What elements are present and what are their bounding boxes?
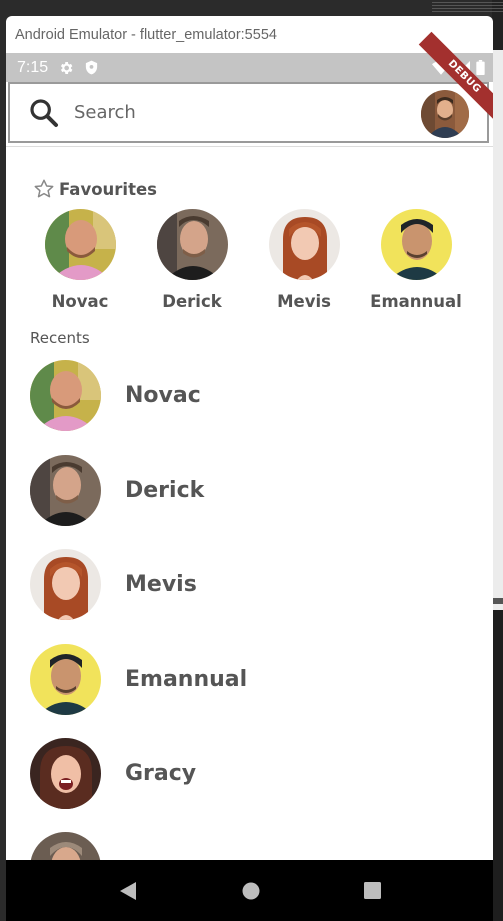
window-titlebar[interactable]: Android Emulator - flutter_emulator:5554 [6, 16, 493, 53]
home-circle-icon[interactable] [242, 882, 260, 900]
battery-icon [476, 60, 485, 75]
status-time: 7:15 [17, 58, 49, 76]
favourite-name: Emannual [370, 292, 462, 311]
avatar [30, 455, 101, 526]
desktop-background [492, 0, 503, 921]
window-title: Android Emulator - flutter_emulator:5554 [15, 26, 277, 43]
recent-item[interactable]: Emannual [30, 644, 470, 715]
recent-name: Gracy [125, 761, 197, 786]
recent-item[interactable]: Derick [30, 455, 470, 526]
favourite-item[interactable]: Mevis [254, 209, 354, 311]
recent-name: Mevis [125, 572, 197, 597]
recent-name: Emannual [125, 667, 248, 692]
avatar [30, 644, 101, 715]
avatar [30, 360, 101, 431]
favourite-name: Mevis [277, 292, 331, 311]
back-triangle-icon[interactable] [118, 881, 138, 901]
recent-item[interactable]: Mevis [30, 549, 470, 620]
divider [6, 146, 493, 147]
emulator-window: Android Emulator - flutter_emulator:5554… [6, 16, 493, 921]
recent-item[interactable]: Novac [30, 360, 470, 431]
android-nav-bar [6, 860, 493, 921]
recents-title: Recents [30, 329, 90, 347]
search-bar[interactable] [8, 82, 489, 143]
avatar [30, 738, 101, 809]
recents-square-icon[interactable] [364, 882, 381, 899]
favourite-item[interactable]: Derick [142, 209, 242, 311]
favourite-name: Novac [51, 292, 109, 311]
search-input[interactable] [72, 101, 406, 124]
recent-item[interactable]: Gracy [30, 738, 470, 809]
recent-name: Novac [125, 383, 201, 408]
favourite-name: Derick [162, 292, 222, 311]
gear-icon [58, 60, 74, 76]
profile-avatar[interactable] [421, 90, 469, 138]
favourites-title: Favourites [59, 179, 157, 199]
recent-name: Derick [125, 478, 205, 503]
star-outline-icon [33, 178, 55, 200]
desktop-background-detail [432, 0, 503, 16]
avatar [268, 209, 340, 280]
avatar [156, 209, 228, 280]
favourite-item[interactable]: Emannual [366, 209, 466, 311]
avatar [44, 209, 116, 280]
favourites-header: Favourites [33, 178, 157, 200]
status-bar: 7:15 [6, 53, 493, 82]
favourite-item[interactable]: Novac [30, 209, 130, 311]
search-icon[interactable] [28, 97, 60, 129]
avatar [30, 549, 101, 620]
avatar [380, 209, 452, 280]
main-content: Favourites Novac Derick Mevis Emannual R… [6, 146, 493, 903]
shield-icon [84, 59, 99, 76]
